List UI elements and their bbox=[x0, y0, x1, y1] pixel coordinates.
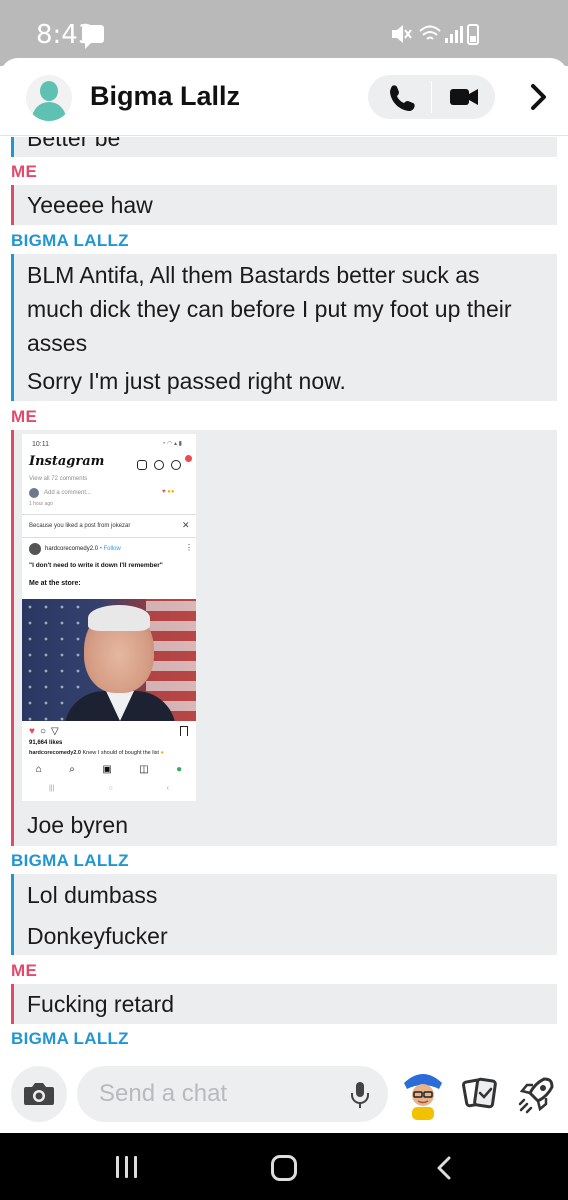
shop-icon: ◫ bbox=[139, 764, 149, 775]
message-text: Sorry I'm just passed right now. bbox=[27, 368, 346, 394]
message-text: Donkeyfucker bbox=[27, 923, 168, 949]
comment-time: 1 hour ago bbox=[29, 501, 53, 507]
messenger-icon bbox=[171, 460, 181, 470]
message-text: Joe byren bbox=[27, 812, 129, 838]
share-icon: ▽ bbox=[50, 726, 64, 737]
sender-label-them: BIGMA LALLZ bbox=[11, 851, 129, 870]
system-navigation-bar bbox=[0, 1133, 568, 1200]
sender-label-me: ME bbox=[11, 407, 38, 426]
instagram-logo: Instagram bbox=[29, 454, 105, 469]
video-call-button[interactable] bbox=[432, 75, 495, 119]
message-bubble[interactable]: BLM Antifa, All them Bastards better suc… bbox=[11, 254, 557, 401]
contact-name[interactable]: Bigma Lallz bbox=[90, 81, 240, 112]
video-camera-icon bbox=[450, 89, 478, 105]
recents-icon bbox=[116, 1156, 119, 1178]
phone-icon bbox=[390, 85, 415, 111]
games-rocket-button[interactable] bbox=[514, 1071, 558, 1117]
home-icon: ⌂ bbox=[35, 764, 42, 775]
post-account-name: hardcorecomedy2.0 bbox=[45, 546, 99, 552]
chat-header: Bigma Lallz bbox=[0, 58, 568, 136]
message-notification-icon bbox=[82, 25, 104, 49]
add-comment-field: Add a comment... bbox=[44, 490, 92, 496]
avatar-head bbox=[40, 81, 58, 101]
microphone-icon bbox=[351, 1082, 369, 1108]
instagram-bottom-nav: ⌂ ⌕ ▣ ◫ ● bbox=[22, 764, 196, 775]
message-bubble[interactable]: Yeeeee haw bbox=[11, 185, 557, 225]
screenshot-status-icons: ◔ ◠ ▴ ▮ bbox=[161, 441, 182, 447]
rocket-icon bbox=[518, 1077, 554, 1114]
message-text: Fucking retard bbox=[27, 991, 175, 1017]
back-button[interactable] bbox=[432, 1155, 458, 1181]
recents-button[interactable] bbox=[114, 1156, 140, 1178]
bitmoji-button[interactable] bbox=[398, 1067, 448, 1121]
camera-button[interactable] bbox=[11, 1066, 67, 1122]
post-account-avatar bbox=[29, 543, 41, 555]
home-button[interactable] bbox=[271, 1155, 297, 1181]
post-caption-head: Me at the store: bbox=[29, 580, 81, 587]
shared-screenshot-image[interactable]: 10:11 ◔ ◠ ▴ ▮ Instagram View all 72 comm… bbox=[22, 434, 196, 801]
chevron-right-icon bbox=[531, 84, 546, 110]
home-circle-icon: ○ bbox=[108, 785, 113, 792]
sender-label-them: BIGMA LALLZ bbox=[11, 1029, 129, 1048]
sender-label-me: ME bbox=[11, 961, 38, 980]
camera-icon bbox=[24, 1083, 54, 1105]
comment-emoji-icons: ♥ ●● bbox=[162, 489, 175, 495]
likes-count: 91,664 likes bbox=[29, 740, 63, 746]
more-options-icon: ⋮ bbox=[185, 543, 193, 552]
caption-text: Knew I should of bought the list bbox=[82, 750, 159, 756]
message-text: Yeeeee haw bbox=[27, 192, 153, 218]
like-heart-icon: ♥ bbox=[29, 726, 40, 737]
save-bookmark-icon bbox=[180, 726, 188, 736]
message-text: Better be bbox=[27, 137, 121, 151]
caption-user: hardcorecomedy2.0 bbox=[29, 750, 81, 756]
add-post-icon bbox=[137, 460, 147, 470]
avatar-body bbox=[32, 102, 66, 121]
bitmoji-icon bbox=[404, 1074, 442, 1120]
call-button-group bbox=[368, 75, 495, 119]
message-bubble: Better be bbox=[11, 137, 557, 157]
recents-icon: ||| bbox=[48, 785, 55, 792]
close-icon: ✕ bbox=[182, 520, 190, 530]
comment-avatar bbox=[29, 488, 39, 498]
message-text: BLM Antifa, All them Bastards better suc… bbox=[27, 262, 512, 356]
screenshot-time: 10:11 bbox=[32, 441, 49, 448]
system-status-icons bbox=[392, 24, 479, 45]
stickers-cards-icon bbox=[462, 1077, 497, 1109]
post-photo bbox=[22, 599, 196, 721]
message-bubble[interactable]: Lol dumbass Donkeyfucker bbox=[11, 874, 557, 955]
post-action-icons: ♥○▽ bbox=[29, 726, 64, 737]
screenshot-system-nav: ||| ○ ‹ bbox=[22, 785, 196, 792]
suggestion-text: Because you liked a post from jokezar bbox=[29, 523, 131, 529]
composer-row bbox=[0, 1053, 568, 1133]
search-icon: ⌕ bbox=[69, 764, 75, 775]
view-comments-link: View all 72 comments bbox=[29, 476, 88, 482]
status-bar: 8:43 bbox=[0, 0, 568, 66]
avatar[interactable] bbox=[26, 75, 72, 121]
wifi-icon bbox=[419, 25, 441, 40]
message-bubble[interactable]: Fucking retard bbox=[11, 984, 557, 1024]
send-chat-input[interactable] bbox=[77, 1066, 388, 1122]
caption-emoji-icon: ● bbox=[160, 750, 164, 756]
battery-icon bbox=[467, 24, 479, 45]
sender-label-me: ME bbox=[11, 162, 38, 181]
post-quote: "I don't need to write it down I'll reme… bbox=[29, 562, 163, 569]
comment-icon: ○ bbox=[39, 726, 51, 737]
instagram-top-icons bbox=[137, 457, 191, 470]
notification-badge bbox=[185, 455, 192, 462]
chevron-right-button[interactable] bbox=[522, 76, 556, 118]
microphone-button[interactable] bbox=[348, 1081, 372, 1109]
message-text: Lol dumbass bbox=[27, 882, 158, 908]
mute-icon bbox=[392, 25, 412, 43]
stickers-button[interactable] bbox=[458, 1071, 502, 1117]
back-icon: ‹ bbox=[166, 785, 169, 792]
reels-icon: ▣ bbox=[102, 764, 112, 775]
follow-link: • Follow bbox=[99, 546, 121, 552]
heart-outline-icon bbox=[154, 460, 164, 470]
profile-icon: ● bbox=[176, 764, 183, 775]
back-chevron-icon bbox=[437, 1156, 451, 1180]
signal-icon bbox=[445, 26, 463, 43]
sender-label-them: BIGMA LALLZ bbox=[11, 231, 129, 250]
voice-call-button[interactable] bbox=[368, 75, 431, 119]
